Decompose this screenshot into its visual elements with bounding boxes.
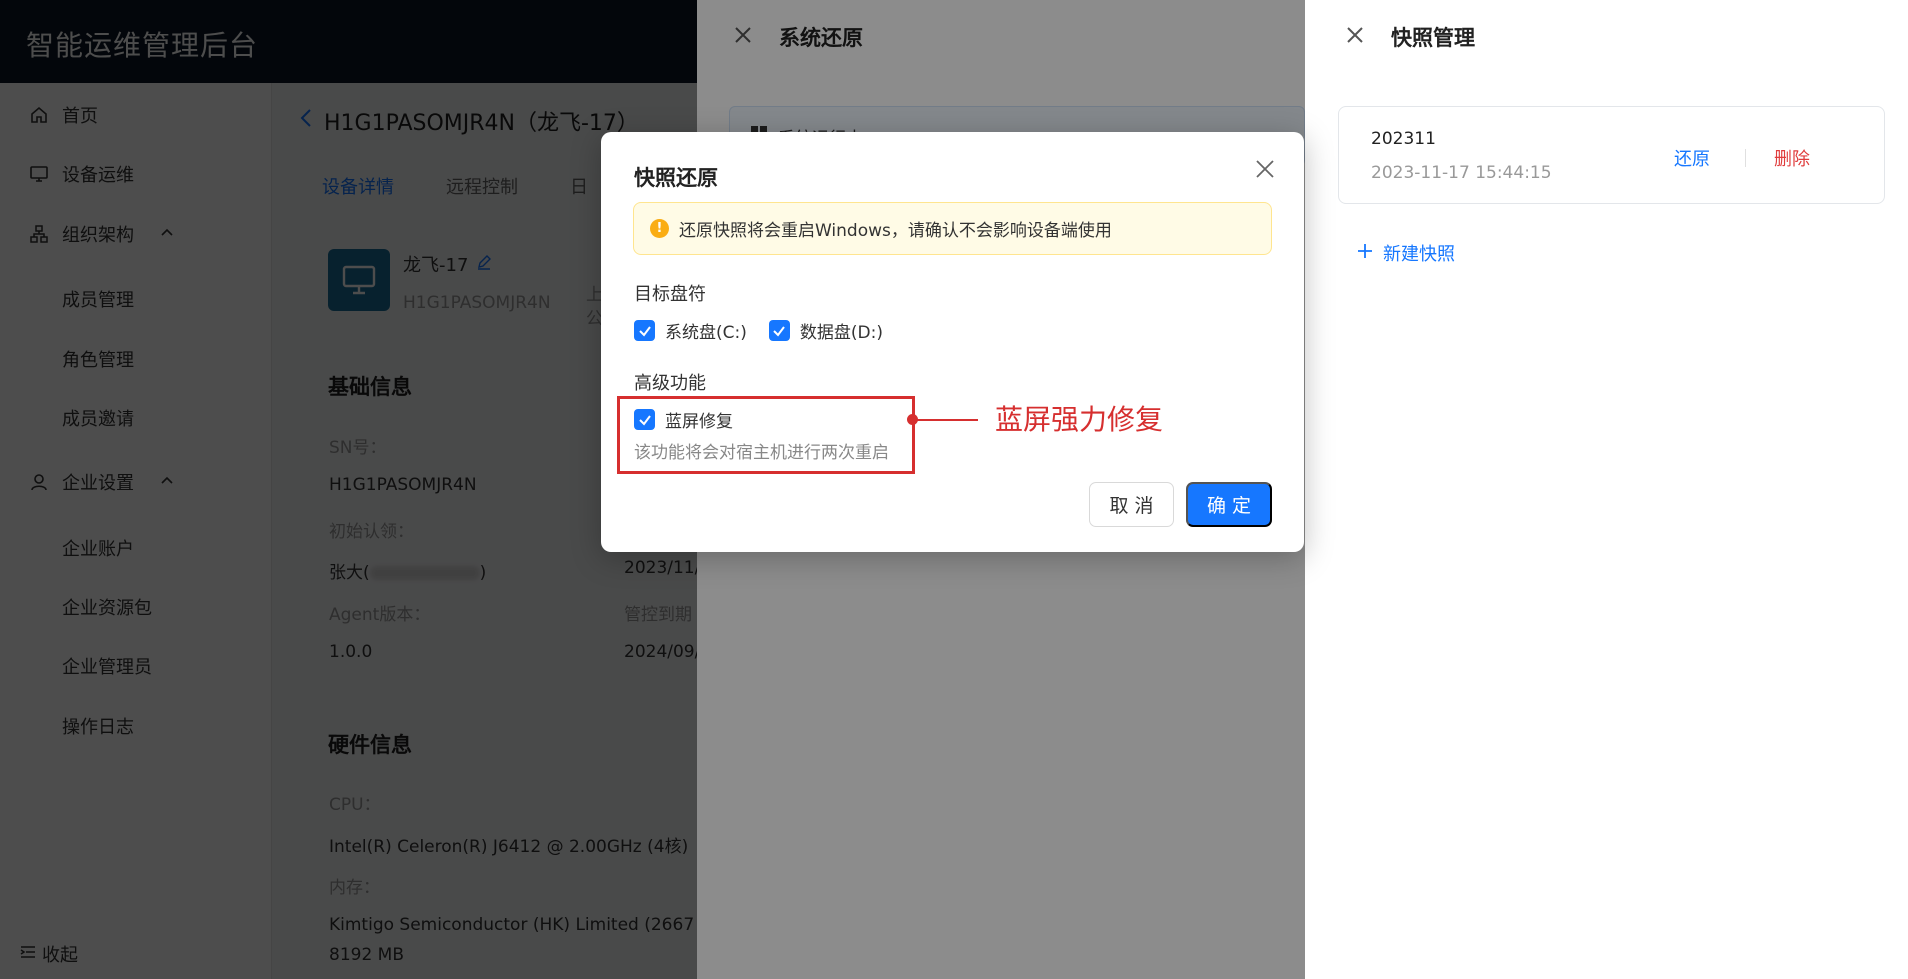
snapshot-drawer: 快照管理 202311 2023-11-17 15:44:15 还原 删除 新建… (1305, 0, 1908, 979)
snapshot-restore-modal: 快照还原 ! 还原快照将会重启Windows，请确认不会影响设备端使用 目标盘符… (601, 132, 1304, 552)
restore-link[interactable]: 还原 (1674, 145, 1710, 171)
delete-link[interactable]: 删除 (1774, 145, 1810, 171)
checkbox-system-disk[interactable]: 系统盘(C:) (634, 318, 747, 343)
checkbox-checked-icon[interactable] (634, 320, 655, 341)
drawer-header: 快照管理 (1345, 22, 1475, 52)
data-disk-label: 数据盘(D:) (799, 323, 883, 343)
new-snapshot-label: 新建快照 (1383, 244, 1455, 265)
checkbox-data-disk[interactable]: 数据盘(D:) (768, 318, 883, 343)
annotation-dot (907, 414, 918, 425)
annotation-highlight-box (617, 396, 915, 474)
snapshot-time: 2023-11-17 15:44:15 (1371, 163, 1552, 183)
snapshot-name: 202311 (1371, 129, 1436, 149)
divider (1745, 149, 1746, 167)
system-disk-label: 系统盘(C:) (665, 323, 747, 343)
warning-text: 还原快照将会重启Windows，请确认不会影响设备端使用 (679, 221, 1112, 241)
drawer-title: 快照管理 (1391, 26, 1475, 50)
target-disk-label: 目标盘符 (634, 284, 706, 305)
confirm-button[interactable]: 确 定 (1186, 482, 1272, 527)
advanced-label: 高级功能 (634, 373, 706, 394)
cancel-button[interactable]: 取 消 (1089, 482, 1174, 527)
snapshot-card: 202311 2023-11-17 15:44:15 还原 删除 (1338, 106, 1885, 204)
annotation-label: 蓝屏强力修复 (995, 403, 1164, 436)
modal-title: 快照还原 (634, 166, 718, 190)
disk-checkbox-row: 系统盘(C:) 数据盘(D:) (634, 318, 883, 343)
warning-alert: ! 还原快照将会重启Windows，请确认不会影响设备端使用 (633, 202, 1272, 255)
close-icon[interactable] (1254, 158, 1278, 182)
checkbox-checked-icon[interactable] (768, 320, 790, 341)
annotation-connector (913, 419, 978, 421)
plus-icon (1357, 243, 1373, 264)
close-icon[interactable] (1345, 25, 1365, 50)
exclamation-icon: ! (650, 219, 669, 238)
new-snapshot-button[interactable]: 新建快照 (1357, 240, 1455, 266)
